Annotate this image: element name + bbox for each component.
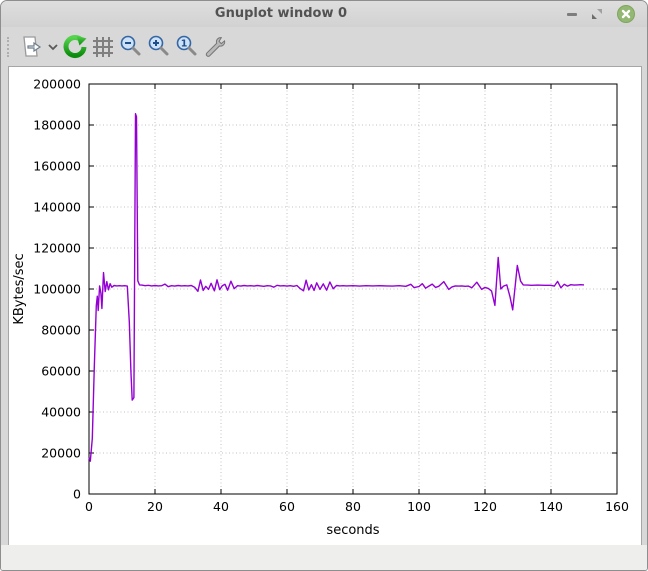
toolbar-drag-handle[interactable] — [7, 37, 11, 57]
wrench-icon — [202, 34, 228, 60]
grid-toggle-button[interactable] — [89, 32, 117, 62]
svg-text:160: 160 — [605, 499, 629, 514]
status-bar: 27.5400, 203406. — [1, 545, 647, 570]
toolbar: 1 — [1, 27, 647, 66]
export-menu-button[interactable] — [45, 32, 61, 62]
zoom-in-button[interactable] — [145, 32, 173, 62]
chart: 0 20 40 60 80 100 120 140 160 0 20000 40000 60000 800… — [9, 67, 641, 546]
svg-text:40000: 40000 — [41, 405, 81, 420]
zoom-in-icon — [146, 34, 172, 60]
replot-button[interactable] — [61, 32, 89, 62]
zoom-out-button[interactable] — [117, 32, 145, 62]
minimize-button[interactable] — [563, 5, 581, 23]
svg-text:60000: 60000 — [41, 364, 81, 379]
svg-text:80: 80 — [345, 499, 361, 514]
plot-canvas[interactable]: 0 20 40 60 80 100 120 140 160 0 20000 40000 60000 800… — [8, 66, 642, 547]
minimize-icon — [563, 5, 581, 23]
x-axis-label: seconds — [326, 523, 379, 538]
svg-text:20: 20 — [147, 499, 163, 514]
svg-text:80000: 80000 — [41, 323, 81, 338]
svg-text:0: 0 — [85, 499, 93, 514]
replot-refresh-icon — [61, 33, 89, 61]
svg-text:20000: 20000 — [41, 446, 81, 461]
svg-text:140: 140 — [539, 499, 563, 514]
export-button[interactable] — [17, 32, 45, 62]
window-title: Gnuplot window 0 — [1, 1, 561, 27]
svg-text:180000: 180000 — [33, 118, 81, 133]
gnuplot-window: Gnuplot window 0 — [0, 0, 648, 571]
maximize-button[interactable] — [588, 5, 606, 23]
titlebar[interactable]: Gnuplot window 0 — [1, 1, 647, 27]
chevron-down-icon — [47, 34, 59, 60]
svg-text:140000: 140000 — [33, 200, 81, 215]
zoom-reset-button[interactable]: 1 — [173, 32, 201, 62]
svg-text:60: 60 — [279, 499, 295, 514]
grid-icon — [91, 35, 115, 59]
svg-text:1: 1 — [181, 38, 188, 49]
svg-text:100: 100 — [407, 499, 431, 514]
svg-text:120: 120 — [473, 499, 497, 514]
maximize-icon — [588, 5, 606, 23]
svg-text:200000: 200000 — [33, 77, 81, 92]
close-button[interactable] — [617, 5, 635, 23]
y-axis-label: KBytes/sec — [12, 253, 27, 324]
svg-text:120000: 120000 — [33, 241, 81, 256]
options-button[interactable] — [201, 32, 229, 62]
zoom-reset-icon: 1 — [174, 34, 200, 60]
svg-text:0: 0 — [73, 487, 81, 502]
export-document-icon — [18, 34, 44, 60]
svg-text:40: 40 — [213, 499, 229, 514]
svg-text:160000: 160000 — [33, 159, 81, 174]
close-icon — [617, 5, 635, 23]
svg-text:100000: 100000 — [33, 282, 81, 297]
zoom-out-icon — [118, 34, 144, 60]
